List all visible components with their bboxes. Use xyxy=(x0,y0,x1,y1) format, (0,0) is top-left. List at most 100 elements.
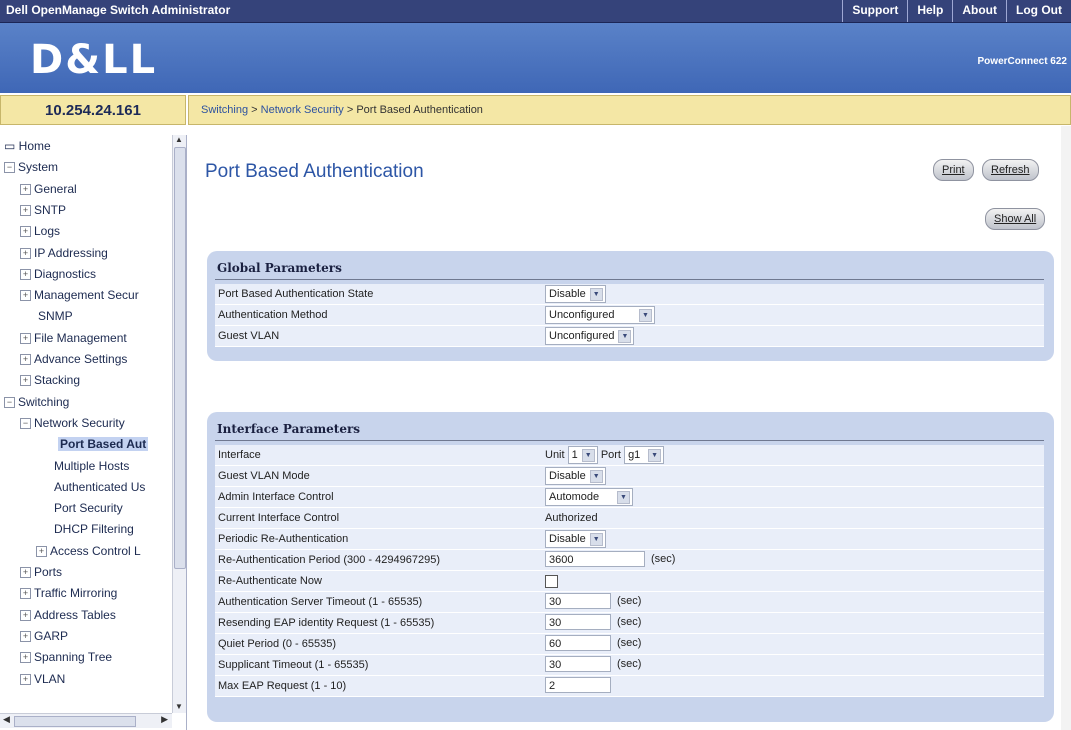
help-link[interactable]: Help xyxy=(907,0,952,22)
sidebar-item[interactable]: + Stacking xyxy=(20,373,80,387)
sidebar-item[interactable]: ▭ Home xyxy=(4,139,51,153)
sidebar-item[interactable]: + Logs xyxy=(20,224,60,238)
quiet-period-input[interactable]: 60 xyxy=(545,635,611,651)
sidebar-item-label: Address Tables xyxy=(34,607,116,622)
sidebar-item[interactable]: SNMP xyxy=(38,309,73,323)
expand-icon[interactable]: + xyxy=(20,290,31,302)
collapse-icon[interactable]: − xyxy=(4,162,15,174)
server-timeout-input[interactable]: 30 xyxy=(545,593,611,609)
breadcrumb-network-security[interactable]: Network Security xyxy=(261,104,344,116)
sidebar-item-label: Logs xyxy=(34,224,61,239)
supplicant-timeout-label: Supplicant Timeout (1 - 65535) xyxy=(218,659,369,671)
port-select[interactable]: g1 ▼ xyxy=(624,446,665,464)
sidebar-item[interactable]: + Address Tables xyxy=(20,608,116,622)
guest-vlan-label: Guest VLAN xyxy=(218,330,280,342)
auth-state-select[interactable]: Disable ▼ xyxy=(545,285,606,303)
sidebar-item[interactable]: + Advance Settings xyxy=(20,352,127,366)
periodic-reauth-select[interactable]: Disable ▼ xyxy=(545,530,606,548)
brand-banner: D&LL PowerConnect 622 xyxy=(0,23,1071,93)
ip-address-box: 10.254.24.161 xyxy=(0,95,186,125)
sidebar-item[interactable]: + Diagnostics xyxy=(20,267,96,281)
expand-icon[interactable]: + xyxy=(20,226,31,238)
sidebar-item-label: VLAN xyxy=(34,671,66,686)
expand-icon[interactable]: + xyxy=(20,630,31,642)
expand-icon[interactable]: + xyxy=(20,204,31,216)
sidebar-item[interactable]: + Management Secur xyxy=(20,288,139,302)
app-title: Dell OpenManage Switch Administrator xyxy=(6,3,231,17)
logout-link[interactable]: Log Out xyxy=(1006,0,1071,22)
sidebar-item[interactable]: + Traffic Mirroring xyxy=(20,586,117,600)
sidebar-item[interactable]: − System xyxy=(4,160,58,174)
unit-select[interactable]: 1 ▼ xyxy=(567,446,598,464)
sidebar-item[interactable]: Authenticated Us xyxy=(54,480,145,494)
guest-vlan-select[interactable]: Unconfigured ▼ xyxy=(545,327,635,345)
sidebar-item[interactable]: + Ports xyxy=(20,565,62,579)
sidebar-item[interactable]: + File Management xyxy=(20,331,127,345)
reauth-period-input[interactable]: 3600 xyxy=(545,551,645,567)
collapse-icon[interactable]: − xyxy=(4,396,15,408)
expand-icon[interactable]: + xyxy=(36,545,47,557)
expand-icon[interactable]: + xyxy=(20,332,31,344)
sidebar-item[interactable]: − Network Security xyxy=(20,416,125,430)
chevron-down-icon: ▼ xyxy=(618,329,632,343)
sidebar-item-label: Port Based Aut xyxy=(60,437,147,452)
max-eap-input[interactable]: 2 xyxy=(545,677,611,693)
sidebar-item[interactable]: + VLAN xyxy=(20,672,65,686)
expand-icon[interactable]: + xyxy=(20,375,31,387)
resend-eap-input[interactable]: 30 xyxy=(545,614,611,630)
unit-value: 1 xyxy=(571,449,578,461)
breadcrumb-separator: > xyxy=(346,104,354,116)
admin-control-label: Admin Interface Control xyxy=(218,491,334,503)
expand-icon[interactable]: + xyxy=(20,268,31,280)
supplicant-timeout-row: Supplicant Timeout (1 - 65535) 30 (sec) xyxy=(215,655,1044,676)
scrollbar-thumb[interactable] xyxy=(14,716,136,727)
reauth-now-checkbox[interactable] xyxy=(545,575,558,588)
sidebar-item-label: General xyxy=(34,181,77,196)
scrollbar-thumb[interactable] xyxy=(174,147,186,569)
sidebar-item[interactable]: DHCP Filtering xyxy=(54,522,134,536)
expand-icon[interactable]: + xyxy=(20,183,31,195)
scroll-down-icon[interactable]: ▼ xyxy=(175,702,183,711)
expand-icon[interactable]: + xyxy=(20,354,31,365)
scroll-right-icon[interactable]: ▶ xyxy=(161,714,168,725)
expand-icon[interactable]: + xyxy=(20,652,31,664)
auth-state-label: Port Based Authentication State xyxy=(218,288,374,300)
sec-unit: (sec) xyxy=(617,657,642,670)
about-link[interactable]: About xyxy=(952,0,1006,22)
supplicant-timeout-input[interactable]: 30 xyxy=(545,656,611,672)
periodic-reauth-label: Periodic Re-Authentication xyxy=(218,533,349,545)
scroll-up-icon[interactable]: ▲ xyxy=(175,135,183,144)
sidebar-item[interactable]: + IP Addressing xyxy=(20,246,108,260)
breadcrumb-switching[interactable]: Switching xyxy=(201,104,248,116)
expand-icon[interactable]: + xyxy=(20,567,31,578)
sidebar-item[interactable]: Multiple Hosts xyxy=(54,459,129,473)
refresh-button[interactable]: Refresh xyxy=(982,159,1039,181)
sidebar-item-label: File Management xyxy=(34,330,127,345)
guest-vlan-value: Unconfigured xyxy=(549,330,615,342)
sidebar-item[interactable]: − Switching xyxy=(4,395,69,409)
auth-method-select[interactable]: Unconfigured ▼ xyxy=(545,306,655,324)
support-link[interactable]: Support xyxy=(842,0,907,22)
sidebar-item[interactable]: + Access Control L xyxy=(36,544,141,558)
sidebar-item[interactable]: + Spanning Tree xyxy=(20,650,112,664)
guest-vlan-mode-select[interactable]: Disable ▼ xyxy=(545,467,606,485)
admin-control-select[interactable]: Automode ▼ xyxy=(545,488,633,506)
collapse-icon[interactable]: − xyxy=(20,417,31,429)
sidebar-item-label: Access Control L xyxy=(50,543,141,558)
expand-icon[interactable]: + xyxy=(20,247,31,259)
sidebar-item[interactable]: + SNTP xyxy=(20,203,66,217)
scroll-left-icon[interactable]: ◀ xyxy=(3,714,10,725)
expand-icon[interactable]: + xyxy=(20,588,31,600)
sidebar-item[interactable]: + GARP xyxy=(20,629,68,643)
tree-horizontal-scrollbar[interactable]: ◀ ▶ xyxy=(0,713,172,728)
main-scrollbar[interactable] xyxy=(1061,126,1071,730)
show-all-button[interactable]: Show All xyxy=(985,208,1046,230)
expand-icon[interactable]: + xyxy=(20,673,31,685)
sidebar-item[interactable]: Port Based Aut xyxy=(58,437,149,452)
print-button[interactable]: Print xyxy=(933,159,974,181)
expand-icon[interactable]: + xyxy=(20,609,31,621)
product-name: PowerConnect 622 xyxy=(977,56,1067,67)
tree-vertical-scrollbar[interactable]: ▲ ▼ xyxy=(172,135,186,713)
sidebar-item[interactable]: + General xyxy=(20,182,77,196)
sidebar-item[interactable]: Port Security xyxy=(54,501,123,515)
